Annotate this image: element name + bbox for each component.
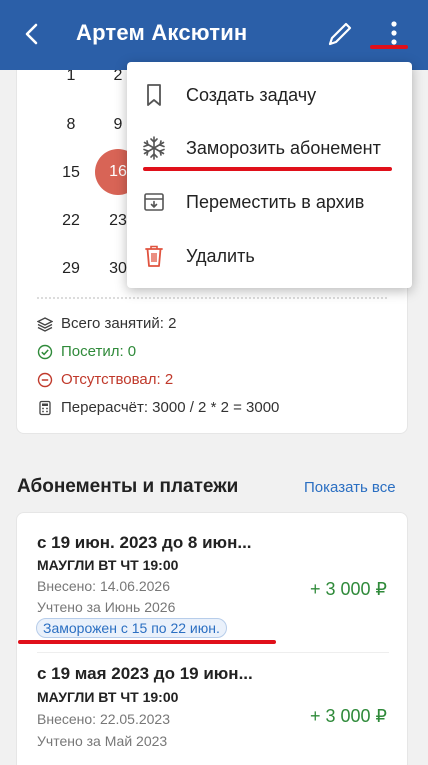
menu-item-archive[interactable]: Переместить в архив bbox=[127, 175, 412, 229]
trash-icon bbox=[145, 245, 163, 267]
annotation-underline bbox=[18, 640, 276, 644]
subscription-group: МАУГЛИ ВТ ЧТ 19:00 bbox=[37, 689, 179, 705]
subscription-counted: Учтено за Июнь 2026 bbox=[37, 599, 176, 615]
stat-recalc: Перерасчёт: 3000 / 2 * 2 = 3000 bbox=[37, 399, 279, 416]
subscription-paid: Внесено: 22.05.2023 bbox=[37, 711, 171, 727]
page-title: Артем Аксютин bbox=[76, 20, 248, 45]
calculator-icon bbox=[39, 400, 51, 415]
subscription-period: с 19 июн. 2023 до 8 июн... bbox=[37, 533, 252, 552]
pencil-icon[interactable] bbox=[324, 18, 356, 50]
subscription-group: МАУГЛИ ВТ ЧТ 19:00 bbox=[37, 557, 179, 573]
menu-item-label: Создать задачу bbox=[186, 84, 317, 105]
calendar-day[interactable]: 15 bbox=[54, 164, 88, 182]
menu-item-label: Удалить bbox=[186, 245, 255, 266]
section-title: Абонементы и платежи bbox=[17, 476, 239, 497]
stat-recalc-text: Перерасчёт: 3000 / 2 * 2 = 3000 bbox=[61, 399, 280, 416]
layers-icon bbox=[37, 316, 53, 332]
menu-item-label: Переместить в архив bbox=[186, 191, 365, 212]
bookmark-icon bbox=[147, 84, 161, 106]
minus-circle-icon bbox=[37, 372, 53, 387]
stat-visited-text: Посетил: 0 bbox=[61, 343, 137, 360]
subscription-counted: Учтено за Май 2023 bbox=[37, 733, 168, 749]
menu-item-label: Заморозить абонемент bbox=[186, 137, 381, 158]
show-all-link[interactable]: Показать все bbox=[304, 479, 396, 496]
subscription-paid: Внесено: 14.06.2026 bbox=[37, 578, 171, 594]
stat-visited: Посетил: 0 bbox=[37, 343, 136, 360]
calendar-day[interactable]: 29 bbox=[54, 260, 88, 278]
overflow-menu: Создать задачу Заморозить абонемент Пере… bbox=[127, 62, 412, 288]
subscription-period: с 19 мая 2023 до 19 июн... bbox=[37, 664, 253, 683]
subscription-amount: + 3 000 ₽ bbox=[309, 579, 387, 599]
archive-icon bbox=[144, 193, 164, 211]
calendar-day[interactable]: 22 bbox=[54, 212, 88, 230]
back-arrow-icon[interactable] bbox=[18, 20, 46, 48]
app-bar: Артем Аксютин bbox=[0, 0, 428, 70]
stat-absent-text: Отсутствовал: 2 bbox=[61, 371, 174, 388]
snowflake-icon bbox=[143, 136, 165, 160]
divider bbox=[37, 652, 389, 653]
subscription-amount: + 3 000 ₽ bbox=[309, 706, 387, 726]
stat-total: Всего занятий: 2 bbox=[37, 315, 176, 332]
divider bbox=[37, 297, 387, 299]
annotation-underline bbox=[370, 45, 408, 49]
annotation-underline bbox=[143, 167, 392, 171]
subscriptions-card: с 19 июн. 2023 до 8 июн... МАУГЛИ ВТ ЧТ … bbox=[16, 512, 408, 765]
stat-absent: Отсутствовал: 2 bbox=[37, 371, 173, 388]
stat-total-text: Всего занятий: 2 bbox=[61, 315, 177, 332]
menu-item-create-task[interactable]: Создать задачу bbox=[127, 68, 412, 122]
menu-item-delete[interactable]: Удалить bbox=[127, 229, 412, 283]
calendar-day[interactable]: 8 bbox=[54, 116, 88, 134]
frozen-badge: Заморожен с 15 по 22 июн. bbox=[36, 618, 227, 638]
check-circle-icon bbox=[37, 344, 53, 359]
